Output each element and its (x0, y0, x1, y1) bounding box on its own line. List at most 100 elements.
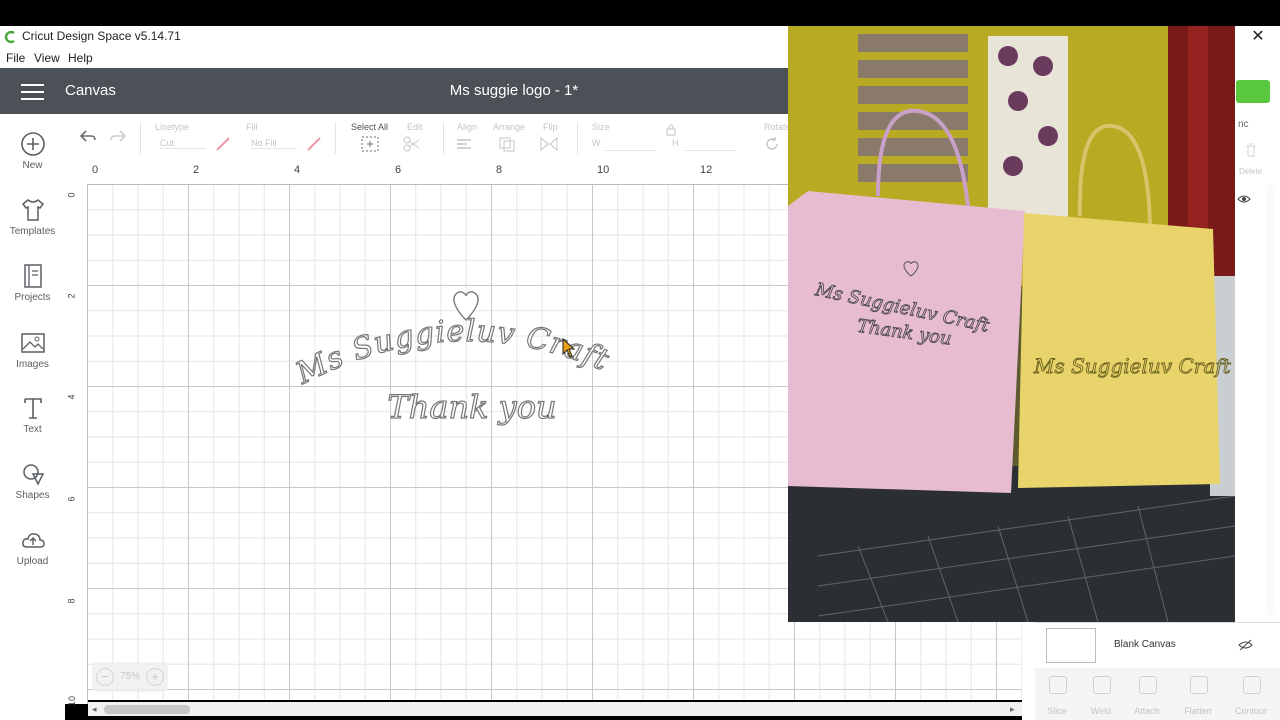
sidebar-item-upload[interactable]: Upload (0, 526, 65, 567)
fill-select[interactable]: No Fill (251, 138, 297, 149)
width-input[interactable] (605, 136, 655, 151)
flip-icon[interactable] (539, 136, 563, 152)
sidebar-item-label: Projects (14, 292, 51, 303)
rotate-label: Rotate (764, 122, 791, 132)
weld-button[interactable]: Weld (1081, 706, 1121, 716)
zoom-level: 75% (120, 671, 141, 682)
slice-button[interactable]: Slice (1037, 706, 1077, 716)
flip-label: Flip (543, 122, 558, 132)
document-title: Ms suggie logo - 1* (449, 82, 579, 99)
linetype-label: Linetype (155, 122, 190, 132)
sidebar-item-images[interactable]: Images (0, 329, 65, 370)
ruler-tick-label: 4 (66, 394, 77, 400)
vertical-ruler: 0 2 4 6 8 10 (65, 184, 88, 707)
scroll-left-arrow-icon[interactable]: ◂ (92, 704, 97, 715)
sidebar-item-label: Images (16, 359, 49, 370)
cloud-upload-icon (21, 533, 45, 548)
sidebar-item-shapes[interactable]: Shapes (0, 460, 65, 501)
ruler-tick-label: 6 (66, 496, 77, 502)
delete-label: Delete (1239, 167, 1263, 176)
ruler-tick-label: 8 (66, 598, 77, 604)
app-title: Cricut Design Space v5.14.71 (22, 29, 181, 43)
sidebar-item-text[interactable]: Text (0, 394, 65, 435)
sidebar-item-label: Shapes (15, 490, 50, 501)
sidebar-item-label: Text (23, 424, 42, 435)
close-window-button[interactable]: ✕ (1248, 26, 1268, 48)
weld-icon[interactable] (1093, 676, 1111, 694)
attach-icon[interactable] (1139, 676, 1157, 694)
undo-icon[interactable] (79, 128, 97, 144)
rotate-icon[interactable] (764, 136, 780, 152)
tshirt-icon (21, 199, 44, 221)
contour-icon[interactable] (1243, 676, 1261, 694)
shapes-icon (22, 464, 44, 486)
attach-button[interactable]: Attach (1127, 706, 1167, 716)
sidebar-item-label: New (22, 160, 43, 171)
fill-color-swatch[interactable] (306, 136, 322, 152)
cricut-logo-icon (4, 30, 15, 44)
ruler-tick-label: 4 (294, 164, 301, 176)
ruler-tick-label: 10 (597, 164, 610, 176)
slice-icon[interactable] (1049, 676, 1067, 694)
redo-icon[interactable] (109, 128, 127, 144)
zoom-in-button[interactable]: + (146, 668, 164, 686)
linetype-color-swatch[interactable] (215, 136, 231, 152)
arrange-label: Arrange (493, 122, 526, 132)
ruler-tick-label: 6 (395, 164, 402, 176)
zoom-control: − 75% + (92, 662, 168, 692)
left-sidebar: New Templates Projects Images Text Shape… (0, 114, 65, 720)
sidebar-item-label: Templates (9, 226, 56, 237)
align-label: Align (457, 122, 478, 132)
hamburger-menu-icon[interactable] (21, 84, 44, 100)
sidebar-item-new[interactable]: New (0, 130, 65, 171)
layer-actions-bar: Slice Weld Attach Flatten Contour (1035, 668, 1280, 720)
menu-help[interactable]: Help (68, 51, 93, 65)
edit-scissors-icon[interactable] (403, 136, 427, 152)
select-all-label: Select All (351, 122, 389, 132)
sidebar-item-projects[interactable]: Projects (0, 262, 65, 303)
blank-canvas-swatch[interactable] (1046, 628, 1096, 663)
eye-icon[interactable] (1237, 193, 1251, 205)
lock-icon[interactable] (665, 124, 677, 136)
ruler-tick-label: 10 (67, 695, 78, 707)
edit-toolbar: Linetype Cut Fill No Fill Select All Edi… (65, 114, 791, 161)
layers-scrollbar[interactable] (1267, 185, 1275, 615)
blank-canvas-label: Blank Canvas (1114, 639, 1176, 650)
ruler-tick-label: 2 (193, 164, 200, 176)
overlay-photo: Ms Suggieluv Craft Thank you Ms Suggielu… (788, 26, 1235, 622)
flatten-icon[interactable] (1190, 676, 1208, 694)
eye-hidden-icon[interactable] (1238, 638, 1253, 652)
horizontal-scroll-thumb[interactable] (104, 705, 190, 714)
book-icon (23, 264, 42, 288)
ruler-tick-label: 0 (66, 192, 77, 198)
align-icon[interactable] (455, 136, 479, 152)
make-it-button[interactable] (1236, 80, 1270, 103)
scroll-right-arrow-icon[interactable]: ▸ (1010, 704, 1015, 715)
menu-file[interactable]: File (6, 51, 25, 65)
menu-bar: File View Help (0, 48, 788, 68)
image-icon (20, 333, 45, 353)
height-input[interactable] (685, 136, 735, 151)
horizontal-scrollbar[interactable] (88, 702, 1022, 716)
arrange-icon[interactable] (498, 136, 522, 152)
flatten-button[interactable]: Flatten (1178, 706, 1218, 716)
select-all-icon[interactable] (361, 136, 379, 152)
ruler-tick-label: 2 (66, 293, 77, 299)
delete-icon[interactable] (1244, 142, 1258, 158)
app-header (0, 68, 788, 114)
edit-label: Edit (407, 122, 423, 132)
layers-partial-label: nc (1238, 119, 1249, 130)
sidebar-item-templates[interactable]: Templates (0, 196, 65, 237)
contour-button[interactable]: Contour (1231, 706, 1271, 716)
size-label: Size (592, 122, 610, 132)
width-label: W (592, 138, 601, 148)
ruler-tick-label: 8 (496, 164, 503, 176)
design-text-line2: Thank you (387, 388, 556, 426)
section-title: Canvas (65, 82, 116, 99)
zoom-out-button[interactable]: − (96, 668, 114, 686)
linetype-select[interactable]: Cut (160, 138, 206, 149)
menu-view[interactable]: View (34, 51, 60, 65)
horizontal-ruler: 0 2 4 6 8 10 12 (65, 160, 788, 185)
design-group[interactable]: Ms Suggieluv Craft Thank you (290, 286, 650, 446)
yellow-bag-text: Ms Suggieluv Craft (1033, 354, 1232, 378)
